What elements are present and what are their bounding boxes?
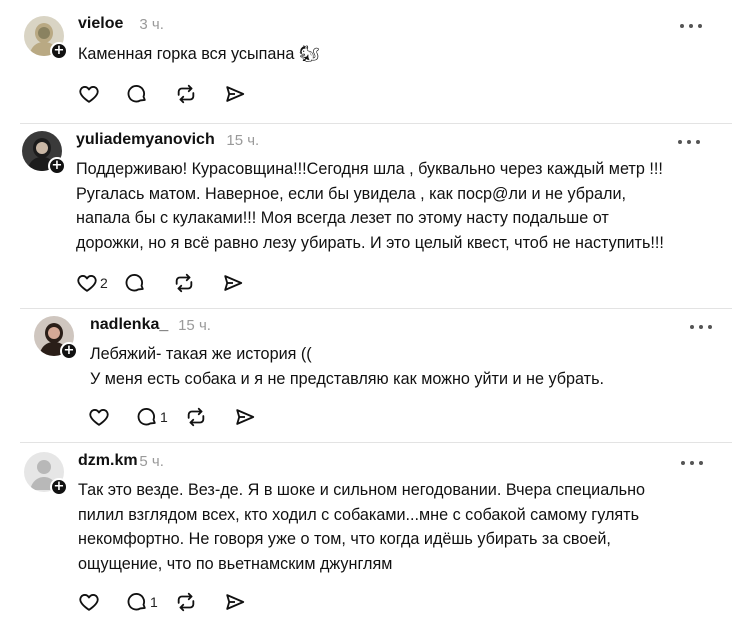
repost-icon <box>175 591 197 613</box>
comment-feed: + vieloe 3 ч. Каменная горка вся усыпана 🐿 +… <box>0 0 732 639</box>
share-icon <box>224 591 246 613</box>
username[interactable]: dzm.km <box>78 452 138 470</box>
action-bar: 1 <box>78 589 278 615</box>
comment-line: пилил взглядом всех, кто ходил с собакам… <box>78 505 639 524</box>
heart-icon <box>78 591 100 613</box>
reply-button[interactable]: 1 <box>126 589 158 615</box>
comment-post: + dzm.km 5 ч. Так это везде. Вез-де. Я в шо… <box>0 0 732 639</box>
comment-line: ощущение, что по вьетнамским джунглям <box>78 554 393 573</box>
timestamp: 5 ч. <box>139 453 164 470</box>
plus-icon[interactable]: + <box>50 478 68 496</box>
comment-line: некомфортно. Не говоря уже о том, что ко… <box>78 530 611 548</box>
reply-count: 1 <box>150 594 158 610</box>
share-button[interactable] <box>224 589 246 615</box>
comment-icon <box>126 591 148 613</box>
like-button[interactable] <box>78 589 102 615</box>
repost-button[interactable] <box>175 589 197 615</box>
comment-line: Так это везде. Вез-де. Я в шоке и сильно… <box>78 481 646 499</box>
more-icon[interactable] <box>681 459 707 467</box>
comment-text: Так это везде. Вез-де. Я в шоке и сильно… <box>78 478 645 576</box>
